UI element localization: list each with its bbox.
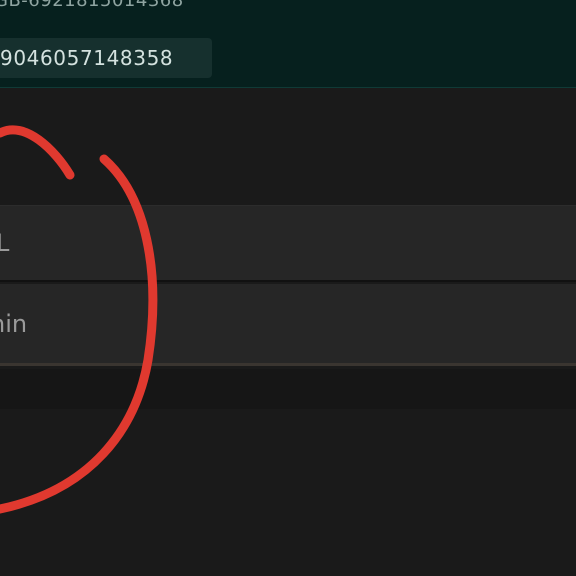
header-bar: GB-6921815014368 9046057148358 [0, 0, 576, 88]
header-id-label: GB-6921815014368 [0, 0, 184, 11]
divider-strip [0, 369, 576, 409]
list-item-label: hin [0, 309, 28, 338]
list-item[interactable]: L [0, 205, 576, 282]
list-item-label: L [0, 229, 9, 257]
list-item[interactable]: hin [0, 284, 576, 366]
id-value-text: 9046057148358 [0, 46, 174, 70]
id-value-chip[interactable]: 9046057148358 [0, 38, 212, 78]
